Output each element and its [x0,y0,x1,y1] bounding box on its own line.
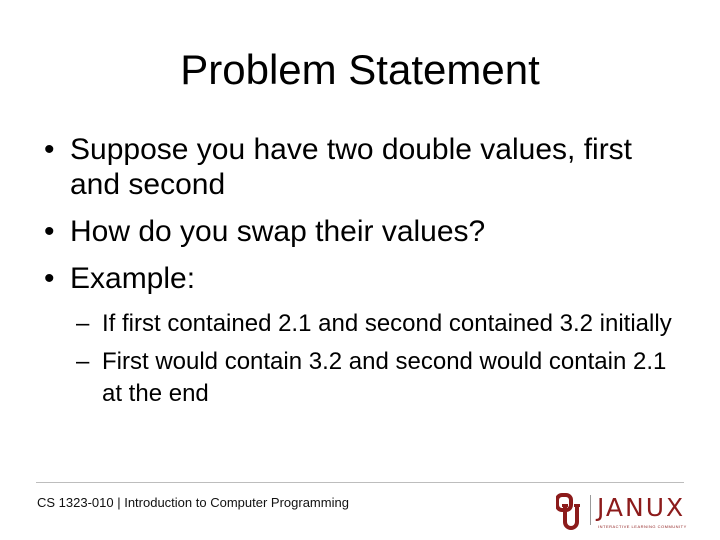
sub-bullet-item: – First would contain 3.2 and second wou… [44,346,684,410]
footer-course-text: CS 1323-010 | Introduction to Computer P… [37,495,349,510]
bullet-text: How do you swap their values? [70,215,486,248]
logo-divider [590,495,591,525]
bullet-marker: • [44,215,55,248]
slide-content: • Suppose you have two double values, fi… [44,132,684,416]
bullet-item: • How do you swap their values? [44,214,684,249]
bullet-item: • Suppose you have two double values, fi… [44,132,684,202]
sub-bullet-item: – If first contained 2.1 and second cont… [44,308,684,340]
bullet-marker: • [44,262,55,295]
sub-bullet-marker: – [76,348,90,375]
bullet-text: Suppose you have two double values, firs… [70,133,633,201]
janux-wordmark: JANUX [597,493,686,522]
sub-bullet-text: First would contain 3.2 and second would… [102,348,667,407]
bullet-text: Example: [70,262,196,295]
slide-title: Problem Statement [180,46,540,93]
bullet-marker: • [44,133,55,166]
janux-tagline: INTERACTIVE LEARNING COMMUNITY [598,524,687,529]
sub-bullet-marker: – [76,310,90,337]
sub-bullet-text: If first contained 2.1 and second contai… [102,310,672,337]
ou-interlocking-logo-icon [556,493,580,530]
bullet-item: • Example: [44,261,684,296]
footer-rule [36,482,684,483]
